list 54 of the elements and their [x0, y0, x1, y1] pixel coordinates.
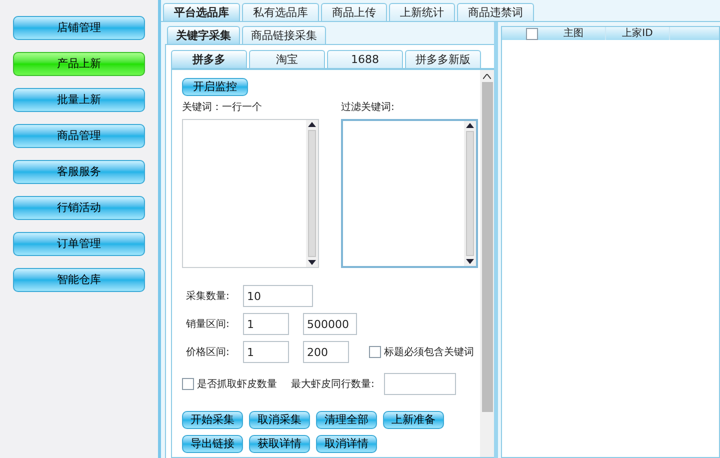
scrollbar[interactable]: [306, 120, 318, 267]
input-field[interactable]: 200: [303, 341, 349, 363]
tab[interactable]: 上新统计: [389, 3, 455, 21]
action-button[interactable]: 导出链接: [182, 435, 243, 453]
scrollbar[interactable]: [480, 70, 494, 457]
collect-count-label: 采集数量:: [186, 290, 230, 304]
action-button[interactable]: 获取详情: [249, 435, 310, 453]
sidebar-button[interactable]: 商品管理: [13, 124, 145, 148]
input-field[interactable]: 10: [243, 285, 313, 307]
checkbox[interactable]: [369, 346, 381, 358]
sidebar-button[interactable]: 智能仓库: [13, 268, 145, 292]
action-button[interactable]: 取消详情: [316, 435, 377, 453]
tab[interactable]: 平台选品库: [163, 3, 240, 21]
tab[interactable]: 商品上传: [321, 3, 387, 21]
scrollbar[interactable]: [464, 121, 476, 266]
input-field[interactable]: 500000: [303, 313, 357, 335]
action-button[interactable]: 取消采集: [249, 411, 310, 429]
price-range-label: 价格区间:: [186, 346, 230, 360]
tab[interactable]: 关键字采集: [167, 26, 240, 44]
action-button[interactable]: 清理全部: [316, 411, 377, 429]
down-arrow-icon[interactable]: [308, 260, 316, 265]
sidebar-button[interactable]: 订单管理: [13, 232, 145, 256]
action-button[interactable]: 上新准备: [383, 411, 444, 429]
tab[interactable]: 商品违禁词: [457, 3, 534, 21]
tab[interactable]: 商品链接采集: [242, 26, 326, 44]
sales-range-label: 销量区间:: [186, 318, 230, 332]
input-field[interactable]: 1: [243, 341, 289, 363]
tab[interactable]: 拼多多新版: [405, 50, 481, 68]
tab[interactable]: 1688: [327, 50, 403, 68]
title-must-contain-label: 标题必须包含关键词: [384, 346, 474, 360]
filter-keywords-label: 过滤关键词:: [341, 100, 396, 115]
sidebar-button[interactable]: 客服服务: [13, 160, 145, 184]
max-peers-label: 最大虾皮同行数量:: [291, 378, 374, 392]
input-field[interactable]: [384, 373, 456, 395]
down-arrow-icon[interactable]: [466, 259, 474, 264]
up-arrow-icon[interactable]: [308, 122, 316, 127]
tab[interactable]: 私有选品库: [242, 3, 319, 21]
checkbox[interactable]: [182, 378, 194, 390]
tab[interactable]: 拼多多: [171, 50, 247, 68]
start-monitor-button[interactable]: 开启监控: [182, 78, 248, 96]
input-field[interactable]: 1: [243, 313, 289, 335]
sidebar-button[interactable]: 产品上新: [13, 52, 145, 76]
tab[interactable]: 淘宝: [249, 50, 325, 68]
sidebar-button[interactable]: 店铺管理: [13, 16, 145, 40]
checkbox[interactable]: [526, 28, 538, 40]
scrollbar-thumb[interactable]: [482, 82, 492, 412]
fetch-shopee-count-label: 是否抓取虾皮数量: [197, 378, 277, 392]
sidebar-button[interactable]: 批量上新: [13, 88, 145, 112]
action-button[interactable]: 开始采集: [182, 411, 243, 429]
column-header[interactable]: 上家ID: [606, 27, 670, 40]
sidebar-button[interactable]: 行销活动: [13, 196, 145, 220]
up-arrow-icon[interactable]: [466, 123, 474, 128]
column-header[interactable]: 主图: [542, 27, 606, 40]
keywords-label: 关键词：一行一个: [182, 100, 263, 115]
